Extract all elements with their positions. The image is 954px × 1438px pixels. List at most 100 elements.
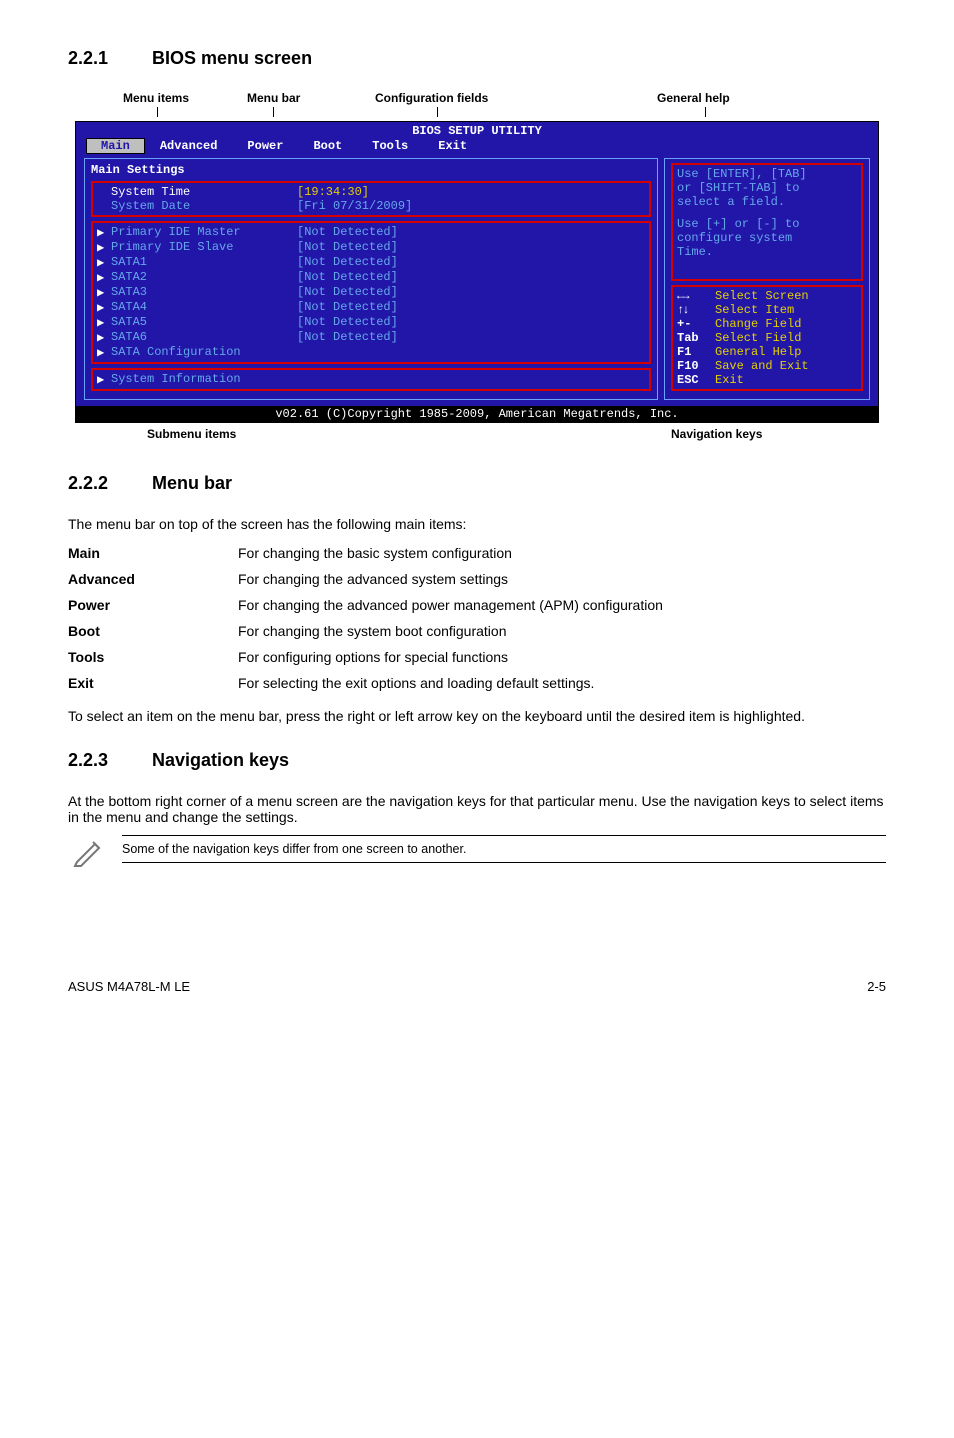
table-row: MainFor changing the basic system config… bbox=[68, 540, 663, 566]
spacer bbox=[97, 199, 111, 213]
main-settings-header: Main Settings bbox=[91, 163, 651, 177]
footer-page: 2-5 bbox=[867, 979, 886, 994]
navkeys-para: At the bottom right corner of a menu scr… bbox=[68, 793, 886, 825]
nav-key-f1: F1 bbox=[677, 345, 715, 359]
system-info-row[interactable]: ▶System Information bbox=[97, 372, 645, 387]
row-label: Primary IDE Slave bbox=[111, 240, 297, 255]
system-date-label: System Date bbox=[111, 199, 297, 213]
help-line: configure system bbox=[677, 231, 857, 245]
row-label: SATA6 bbox=[111, 330, 297, 345]
row-value: [Not Detected] bbox=[297, 270, 398, 285]
system-time-date-box: System Time [19:34:30] System Date [Fri … bbox=[91, 181, 651, 217]
nav-line: F10Save and Exit bbox=[677, 359, 857, 373]
section-221-title: 2.2.1BIOS menu screen bbox=[68, 48, 886, 69]
footer-product: ASUS M4A78L-M LE bbox=[68, 979, 190, 994]
bios-body: Main Settings System Time [19:34:30] Sys… bbox=[76, 158, 878, 406]
nav-txt: Change Field bbox=[715, 317, 801, 331]
system-time-label: System Time bbox=[111, 185, 297, 199]
system-date-value: [Fri 07/31/2009] bbox=[297, 199, 412, 213]
spacer bbox=[97, 185, 111, 199]
tab-tools[interactable]: Tools bbox=[357, 138, 423, 154]
nav-key-f10: F10 bbox=[677, 359, 715, 373]
row-value: [Not Detected] bbox=[297, 330, 398, 345]
triangle-icon: ▶ bbox=[97, 285, 111, 300]
bios-help-pane: Use [ENTER], [TAB] or [SHIFT-TAB] to sel… bbox=[664, 158, 870, 400]
triangle-icon: ▶ bbox=[97, 315, 111, 330]
def-val: For changing the advanced power manageme… bbox=[238, 592, 663, 618]
def-val: For configuring options for special func… bbox=[238, 644, 663, 670]
row-label: SATA1 bbox=[111, 255, 297, 270]
section-222-text: Menu bar bbox=[152, 473, 232, 493]
def-val: For selecting the exit options and loadi… bbox=[238, 670, 663, 696]
help-line: Time. bbox=[677, 245, 857, 259]
tab-main[interactable]: Main bbox=[86, 138, 145, 154]
list-item[interactable]: ▶SATA3[Not Detected] bbox=[97, 285, 645, 300]
list-item[interactable]: ▶SATA2[Not Detected] bbox=[97, 270, 645, 285]
nav-txt: Select Item bbox=[715, 303, 794, 317]
menubar-outro: To select an item on the menu bar, press… bbox=[68, 708, 886, 724]
triangle-icon: ▶ bbox=[97, 345, 111, 360]
menubar-def-table: MainFor changing the basic system config… bbox=[68, 540, 663, 696]
table-row: AdvancedFor changing the advanced system… bbox=[68, 566, 663, 592]
list-item[interactable]: ▶Primary IDE Slave[Not Detected] bbox=[97, 240, 645, 255]
section-221-num: 2.2.1 bbox=[68, 48, 152, 69]
tab-boot[interactable]: Boot bbox=[298, 138, 357, 154]
def-key: Main bbox=[68, 540, 238, 566]
def-val: For changing the basic system configurat… bbox=[238, 540, 663, 566]
help-line: or [SHIFT-TAB] to bbox=[677, 181, 857, 195]
def-val: For changing the advanced system setting… bbox=[238, 566, 663, 592]
help-line: Use [ENTER], [TAB] bbox=[677, 167, 857, 181]
list-item[interactable]: ▶SATA5[Not Detected] bbox=[97, 315, 645, 330]
tab-exit[interactable]: Exit bbox=[423, 138, 482, 154]
tick-line bbox=[715, 411, 716, 423]
section-223-text: Navigation keys bbox=[152, 750, 289, 770]
tick-line bbox=[157, 107, 158, 117]
nav-key-esc: ESC bbox=[677, 373, 715, 387]
nav-txt: Save and Exit bbox=[715, 359, 809, 373]
list-item[interactable]: ▶SATA6[Not Detected] bbox=[97, 330, 645, 345]
nav-line: F1General Help bbox=[677, 345, 857, 359]
tick-line bbox=[437, 107, 438, 117]
section-222-num: 2.2.2 bbox=[68, 473, 152, 494]
def-val: For changing the system boot configurati… bbox=[238, 618, 663, 644]
label-submenu: Submenu items bbox=[147, 427, 236, 441]
sata-config-label: SATA Configuration bbox=[111, 345, 297, 360]
system-info-label: System Information bbox=[111, 372, 297, 387]
bios-footer: v02.61 (C)Copyright 1985-2009, American … bbox=[76, 406, 878, 422]
label-menu-bar: Menu bar bbox=[247, 91, 300, 105]
system-date-row[interactable]: System Date [Fri 07/31/2009] bbox=[97, 199, 645, 213]
def-key: Tools bbox=[68, 644, 238, 670]
tab-advanced[interactable]: Advanced bbox=[145, 138, 233, 154]
bios-diagram: Menu items Menu bar Configuration fields… bbox=[75, 91, 879, 451]
list-item[interactable]: ▶SATA4[Not Detected] bbox=[97, 300, 645, 315]
sata-config-row[interactable]: ▶SATA Configuration bbox=[97, 345, 645, 360]
pencil-icon bbox=[72, 835, 106, 869]
system-time-row[interactable]: System Time [19:34:30] bbox=[97, 185, 645, 199]
label-menu-items: Menu items bbox=[123, 91, 189, 105]
row-value: [Not Detected] bbox=[297, 225, 398, 240]
tab-power[interactable]: Power bbox=[232, 138, 298, 154]
nav-line: ←→Select Screen bbox=[677, 289, 857, 303]
bios-menubar: Main Advanced Power Boot Tools Exit bbox=[76, 138, 878, 158]
label-general-help: General help bbox=[657, 91, 730, 105]
nav-txt: Select Screen bbox=[715, 289, 809, 303]
nav-line: ↑↓Select Item bbox=[677, 303, 857, 317]
nav-box: ←→Select Screen ↑↓Select Item +-Change F… bbox=[671, 285, 863, 391]
row-value: [Not Detected] bbox=[297, 300, 398, 315]
def-key: Exit bbox=[68, 670, 238, 696]
nav-key-ud: ↑↓ bbox=[677, 303, 715, 317]
list-item[interactable]: ▶Primary IDE Master[Not Detected] bbox=[97, 225, 645, 240]
storage-box: ▶Primary IDE Master[Not Detected] ▶Prima… bbox=[91, 221, 651, 364]
list-item[interactable]: ▶SATA1[Not Detected] bbox=[97, 255, 645, 270]
spacer bbox=[677, 209, 857, 217]
page-footer: ASUS M4A78L-M LE 2-5 bbox=[68, 979, 886, 994]
bottom-labels: Submenu items Navigation keys bbox=[75, 423, 879, 451]
nav-key-lr: ←→ bbox=[677, 289, 715, 303]
note-block: Some of the navigation keys differ from … bbox=[68, 835, 886, 869]
row-value: [Not Detected] bbox=[297, 255, 398, 270]
tick-line bbox=[183, 411, 184, 423]
def-key: Advanced bbox=[68, 566, 238, 592]
section-221-text: BIOS menu screen bbox=[152, 48, 312, 68]
bios-window: BIOS SETUP UTILITY Main Advanced Power B… bbox=[75, 121, 879, 423]
table-row: PowerFor changing the advanced power man… bbox=[68, 592, 663, 618]
